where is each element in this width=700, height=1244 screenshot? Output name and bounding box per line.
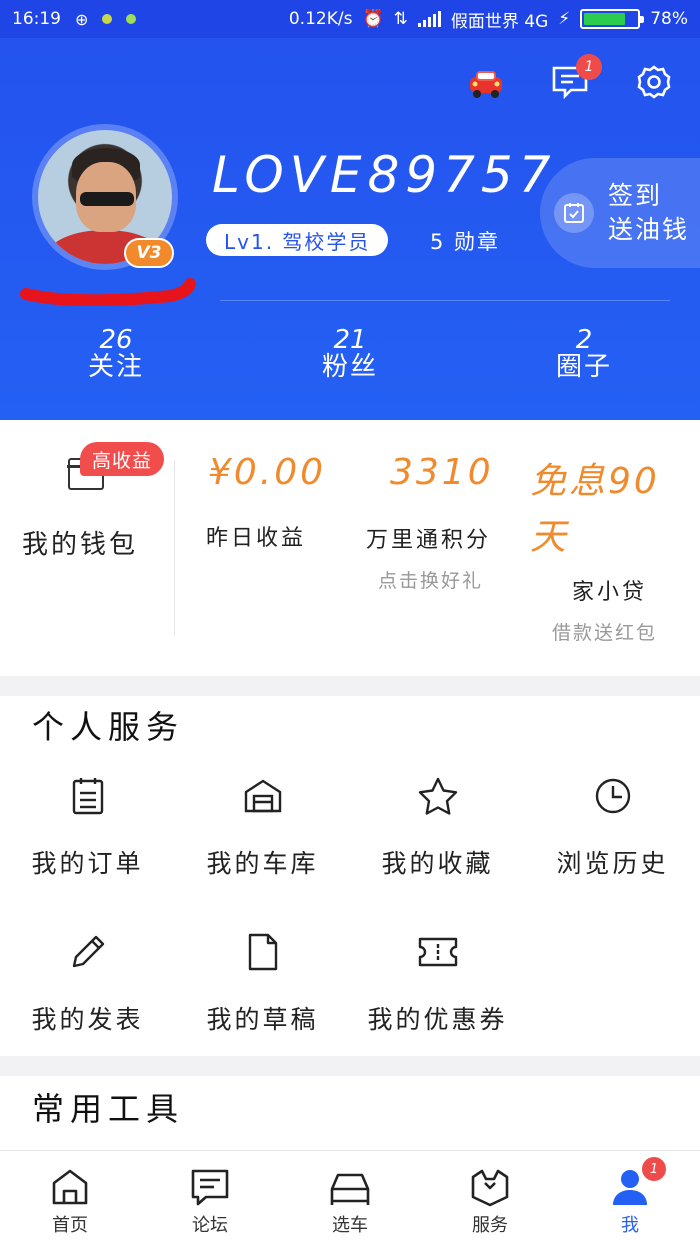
service-label: 我的发表 [31, 1005, 144, 1034]
signin-label: 签到 [608, 181, 663, 210]
yesterday-earnings-value: ¥0.00 [208, 452, 327, 493]
high-yield-tag: 高收益 [80, 442, 165, 476]
username[interactable]: LOVE89757 [212, 146, 557, 204]
stat-following[interactable]: 26 关注 [56, 325, 176, 382]
stat-number: 26 [99, 325, 133, 355]
service-history[interactable]: 浏览历史 [525, 774, 700, 880]
service-label: 我的收藏 [381, 849, 494, 878]
battery-icon [580, 9, 645, 29]
stat-number: 21 [333, 325, 367, 355]
stat-number: 2 [575, 325, 593, 355]
star-icon [416, 774, 460, 818]
service-label: 我的草稿 [206, 1005, 319, 1034]
loan-value-cont: 天 [530, 517, 570, 558]
charging-icon: ⚡ [558, 9, 571, 29]
service-orders[interactable]: 我的订单 [0, 774, 175, 880]
nav-label: 服务 [472, 1215, 508, 1236]
notification-dot-icon [102, 14, 113, 24]
profile-header: 1 V3 LOVE89757 Lv1. 驾校学员 5 勋章 签到 送油钱 26 … [0, 38, 700, 420]
points-value: 3310 [390, 452, 494, 493]
network-speed: 0.12K/s [288, 9, 353, 29]
profile-badge: 1 [642, 1157, 666, 1181]
service-posts[interactable]: 我的发表 [0, 930, 175, 1036]
settings-gear-icon[interactable] [632, 60, 676, 104]
my-wallet-entry[interactable]: 高收益 我的钱包 [0, 420, 174, 676]
service-label: 我的订单 [31, 849, 144, 878]
message-badge: 1 [576, 54, 602, 80]
common-tools-section: 常用工具 [0, 1076, 700, 1150]
points-subtext: 点击换好礼 [378, 570, 484, 592]
yesterday-earnings-entry[interactable]: ¥0.00 昨日收益 [176, 420, 352, 676]
yesterday-earnings-label: 昨日收益 [206, 526, 307, 551]
signin-button[interactable]: 签到 送油钱 [540, 158, 700, 268]
data-transfer-icon: ⇅ [393, 9, 408, 29]
nav-me[interactable]: 我 1 [560, 1151, 700, 1244]
order-icon [66, 774, 110, 818]
loan-label: 家小贷 [572, 580, 648, 605]
battery-percent: 78% [650, 9, 688, 29]
battery-fill [584, 13, 625, 25]
alarm-icon: ⏰ [362, 9, 384, 29]
status-bar: 16:19 ⊕ 0.12K/s ⏰ ⇅ 假面世界 4G ⚡ 78% [0, 0, 700, 38]
car-icon [330, 1173, 370, 1205]
service-favorites[interactable]: 我的收藏 [350, 774, 525, 880]
service-coupons[interactable]: 我的优惠券 [350, 930, 525, 1036]
nav-label: 论坛 [192, 1215, 228, 1236]
header-divider [220, 300, 670, 301]
stat-label: 圈子 [555, 352, 612, 382]
vip-level-badge: V3 [124, 238, 174, 268]
loan-subtext: 借款送红包 [552, 622, 658, 644]
stat-circles[interactable]: 2 圈子 [524, 325, 644, 382]
message-icon[interactable]: 1 [548, 54, 602, 104]
wallet-card: 高收益 我的钱包 ¥0.00 昨日收益 3310 万里通积分 点击换好礼 免息9… [0, 420, 700, 676]
service-label: 我的车库 [206, 849, 319, 878]
nav-label: 选车 [332, 1215, 368, 1236]
section-title: 常用工具 [32, 1090, 185, 1128]
pencil-icon [66, 930, 110, 974]
calendar-check-icon [554, 193, 594, 233]
red-redaction-mark [20, 278, 196, 306]
signal-icon [417, 11, 441, 27]
nav-service[interactable]: 服务 [420, 1151, 560, 1244]
stat-followers[interactable]: 21 粉丝 [290, 325, 410, 382]
stat-label: 粉丝 [321, 352, 378, 382]
bottom-navigation: 首页 论坛 选车 服务 我 1 [0, 1150, 700, 1244]
status-time: 16:19 [12, 9, 61, 29]
points-entry[interactable]: 3310 万里通积分 点击换好礼 [352, 420, 522, 676]
nav-label: 首页 [52, 1215, 88, 1236]
wallet-divider [174, 460, 175, 636]
nav-home[interactable]: 首页 [0, 1151, 140, 1244]
coupon-icon [416, 930, 460, 974]
clock-icon [591, 774, 635, 818]
medal-count[interactable]: 5 勋章 [430, 226, 500, 256]
signin-sublabel: 送油钱 [608, 215, 690, 244]
app-notification-icon: ⊕ [75, 9, 89, 29]
service-drafts[interactable]: 我的草稿 [175, 930, 350, 1036]
home-icon [52, 1169, 88, 1205]
car-mascot-icon[interactable] [464, 60, 508, 104]
personal-services-section: 个人服务 我的订单 我的车库 我的收藏 浏览历史 我的发表 我的草稿 我的优惠券 [0, 696, 700, 1056]
garage-icon [241, 774, 285, 818]
nav-select-car[interactable]: 选车 [280, 1151, 420, 1244]
document-icon [241, 930, 285, 974]
service-icon [471, 1169, 509, 1207]
loan-entry[interactable]: 免息90 天 家小贷 借款送红包 [522, 420, 700, 676]
carrier-label: 假面世界 4G [450, 11, 549, 32]
service-label: 我的优惠券 [367, 1005, 508, 1034]
service-garage[interactable]: 我的车库 [175, 774, 350, 880]
nav-label: 我 [621, 1215, 639, 1236]
level-badge[interactable]: Lv1. 驾校学员 [206, 224, 389, 256]
nav-forum[interactable]: 论坛 [140, 1151, 280, 1244]
wallet-label: 我的钱包 [22, 530, 139, 560]
stat-label: 关注 [87, 352, 144, 382]
notification-dot-icon [126, 14, 137, 24]
service-label: 浏览历史 [556, 849, 669, 878]
points-label: 万里通积分 [366, 528, 492, 553]
section-title: 个人服务 [32, 708, 185, 746]
forum-icon [191, 1169, 229, 1206]
loan-value: 免息90 [530, 461, 660, 502]
